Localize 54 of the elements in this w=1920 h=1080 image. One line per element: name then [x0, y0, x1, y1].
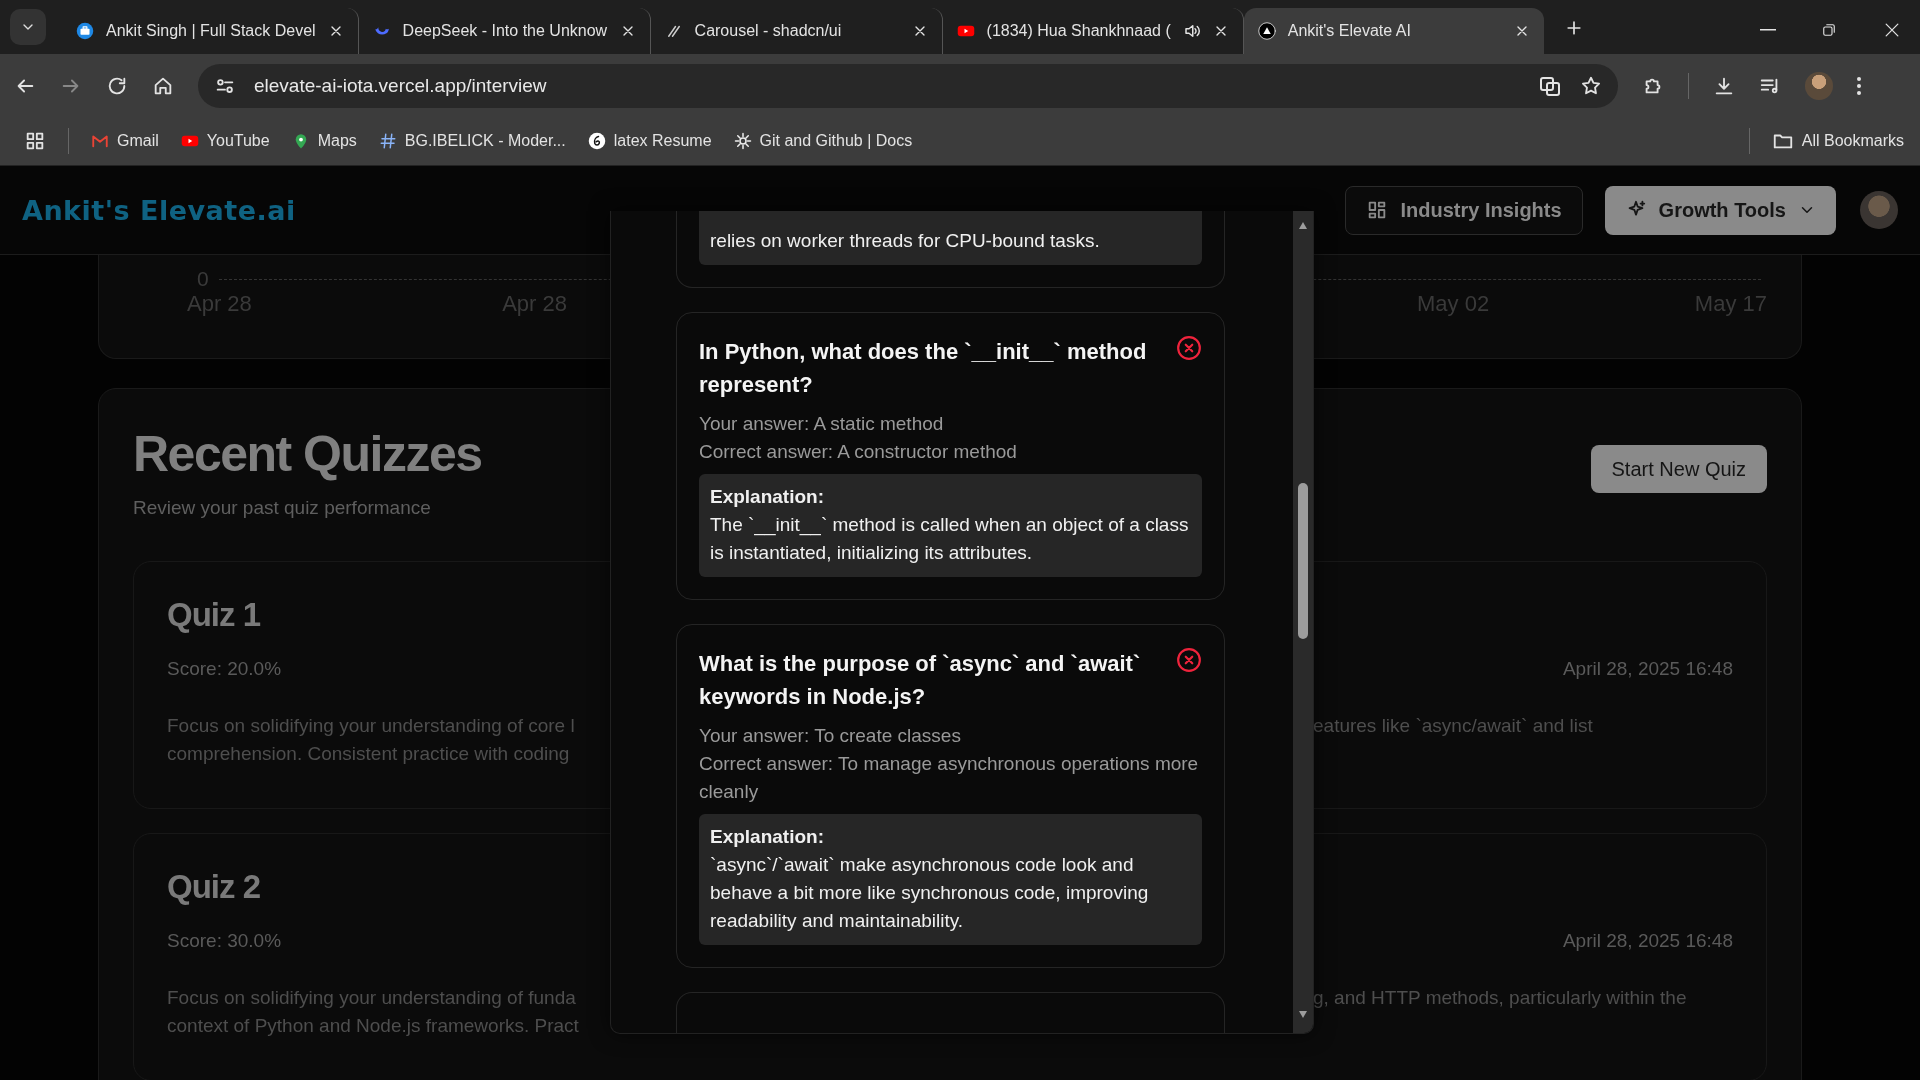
quiz-title: Quiz 1 [167, 596, 261, 634]
quiz-date: April 28, 2025 16:48 [1562, 658, 1733, 680]
section-title: Recent Quizzes [133, 425, 482, 483]
star-icon [1580, 74, 1602, 97]
your-answer: Your answer: To create classes [699, 724, 962, 748]
bookmark[interactable]: Maps [291, 132, 357, 150]
x-circle-icon [1176, 647, 1202, 673]
question-text: In Python, what does the `__init__` method represent? [699, 338, 1148, 399]
bookmark[interactable]: Git and Github | Docs [733, 132, 913, 150]
hash-icon [378, 132, 397, 150]
explanation-text: `async`/`await` make asynchronous code look and behave a bit more like synchronous code, improving readability and maintainability. [710, 853, 1150, 933]
section-subtitle: Review your past quiz performance [133, 497, 432, 519]
question-text: What is the purpose of `async` and `await` keywords in Node.js? [699, 650, 1142, 711]
nav-button[interactable]: Industry Insights [1345, 185, 1583, 235]
correct-answer: Correct answer: A constructor method [699, 440, 1018, 464]
swirl-icon [587, 132, 606, 150]
quiz-summary: comprehension. Consistent practice with coding [167, 742, 571, 766]
your-answer: Your answer: A static method [699, 412, 945, 436]
user-avatar[interactable] [1860, 191, 1898, 229]
browser-tab[interactable]: Ankit's Elevate AI [1243, 8, 1544, 54]
explanation-label: Explanation: [710, 485, 825, 509]
nav-button[interactable]: Growth Tools [1604, 185, 1836, 235]
bookmark[interactable]: Gmail [91, 132, 159, 150]
quiz-title: Quiz 2 [167, 868, 261, 906]
all-bookmarks[interactable]: All Bookmarks [1771, 130, 1904, 152]
more-icon[interactable] [1857, 76, 1861, 95]
scrollbar[interactable] [1293, 211, 1313, 1033]
quiz-score: Score: 30.0% [167, 930, 282, 952]
bookmark[interactable]: latex Resume [587, 132, 712, 150]
scrollbar-thumb[interactable] [1298, 483, 1308, 639]
bookmark[interactable]: BG.IBELICK - Moder... [378, 132, 566, 150]
restore-icon [1820, 21, 1838, 39]
x-circle-icon [1176, 335, 1202, 361]
quiz-summary: Focus on solidifying your understanding of core l [167, 714, 576, 738]
correct-answer: Correct answer: To manage asynchronous operations more cleanly [699, 752, 1200, 804]
apps-grid-icon [24, 130, 46, 152]
quiz-summary: Focus on solidifying your understanding of funda [167, 986, 577, 1010]
profile-avatar[interactable] [1805, 71, 1833, 100]
quiz-date: April 28, 2025 16:48 [1562, 930, 1733, 952]
address-bar[interactable]: elevate-ai-iota.vercel.app/interview [198, 63, 1618, 108]
briefcase-icon [76, 22, 94, 40]
minimize-icon[interactable] [1760, 29, 1776, 31]
speaker-icon [1182, 22, 1201, 40]
quiz-summary: g, and HTTP methods, particularly within the [1313, 986, 1688, 1010]
quiz-score: Score: 20.0% [167, 658, 282, 680]
quiz-summary: eatures like `async/await` and list [1313, 714, 1594, 738]
quiz-summary: context of Python and Node.js frameworks. Pract [167, 1014, 580, 1038]
explanation-text: relies on worker threads for CPU-bound tasks. [710, 230, 1100, 251]
tab-search-button[interactable] [10, 9, 46, 45]
start-quiz-button[interactable]: Start New Quiz [1590, 445, 1767, 493]
explanation-text: The `__init__` method is called when an object of a class is instantiated, initializing its attributes. [710, 513, 1190, 565]
bookmark[interactable]: YouTube [180, 132, 270, 150]
gear-icon [733, 132, 752, 150]
explanation-label: Explanation: [710, 825, 825, 849]
